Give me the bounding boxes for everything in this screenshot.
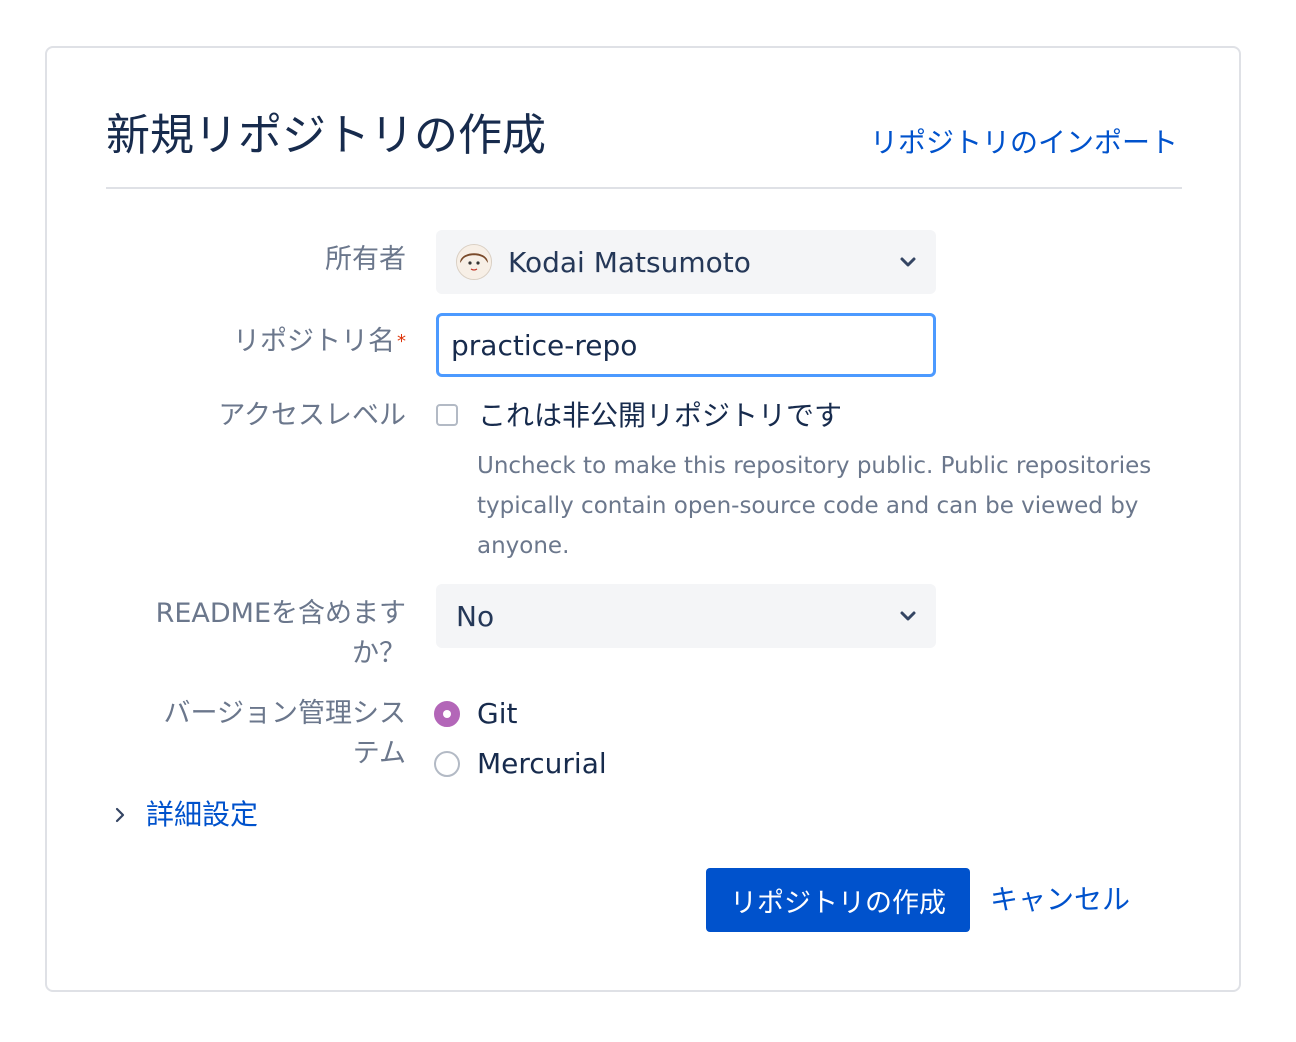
readme-label: READMEを含めます か？: [126, 594, 406, 674]
radio-git-label[interactable]: Git: [477, 694, 517, 734]
avatar: [456, 244, 492, 280]
access-level-label: アクセスレベル: [218, 400, 406, 431]
repo-name-input[interactable]: [436, 313, 936, 377]
advanced-settings-toggle[interactable]: 詳細設定: [112, 795, 258, 835]
chevron-down-icon: [900, 611, 916, 621]
cancel-button[interactable]: キャンセル: [990, 880, 1130, 920]
import-repo-link[interactable]: リポジトリのインポート: [870, 125, 1178, 161]
vcs-label-line1: バージョン管理シス: [163, 698, 406, 729]
readme-value: No: [456, 599, 495, 633]
radio-mercurial[interactable]: [434, 751, 460, 777]
repo-name-label-text: リポジトリ名: [233, 326, 395, 357]
advanced-settings-label: 詳細設定: [146, 798, 259, 831]
required-star: *: [397, 331, 406, 352]
owner-select[interactable]: Kodai Matsumoto: [436, 230, 936, 294]
create-repo-button[interactable]: リポジトリの作成: [706, 868, 970, 932]
radio-mercurial-label[interactable]: Mercurial: [477, 744, 607, 784]
repo-name-label: リポジトリ名 *: [126, 322, 406, 362]
vcs-label-line2: テム: [352, 738, 406, 769]
readme-select[interactable]: No: [436, 584, 936, 648]
radio-git[interactable]: [434, 701, 460, 727]
owner-label: 所有者: [325, 244, 406, 275]
vcs-label: バージョン管理シス テム: [126, 694, 406, 774]
owner-name: Kodai Matsumoto: [508, 245, 751, 279]
readme-label-line1: READMEを含めます: [155, 598, 406, 629]
access-help-text: Uncheck to make this repository public. …: [477, 453, 1152, 559]
chevron-right-icon: [115, 807, 125, 823]
readme-label-line2: か？: [352, 638, 406, 669]
private-checkbox[interactable]: [436, 404, 458, 426]
header-divider: [106, 187, 1182, 189]
chevron-down-icon: [900, 257, 916, 267]
private-checkbox-label[interactable]: これは非公開リポジトリです: [478, 396, 842, 436]
page-title: 新規リポジトリの作成: [106, 110, 546, 161]
